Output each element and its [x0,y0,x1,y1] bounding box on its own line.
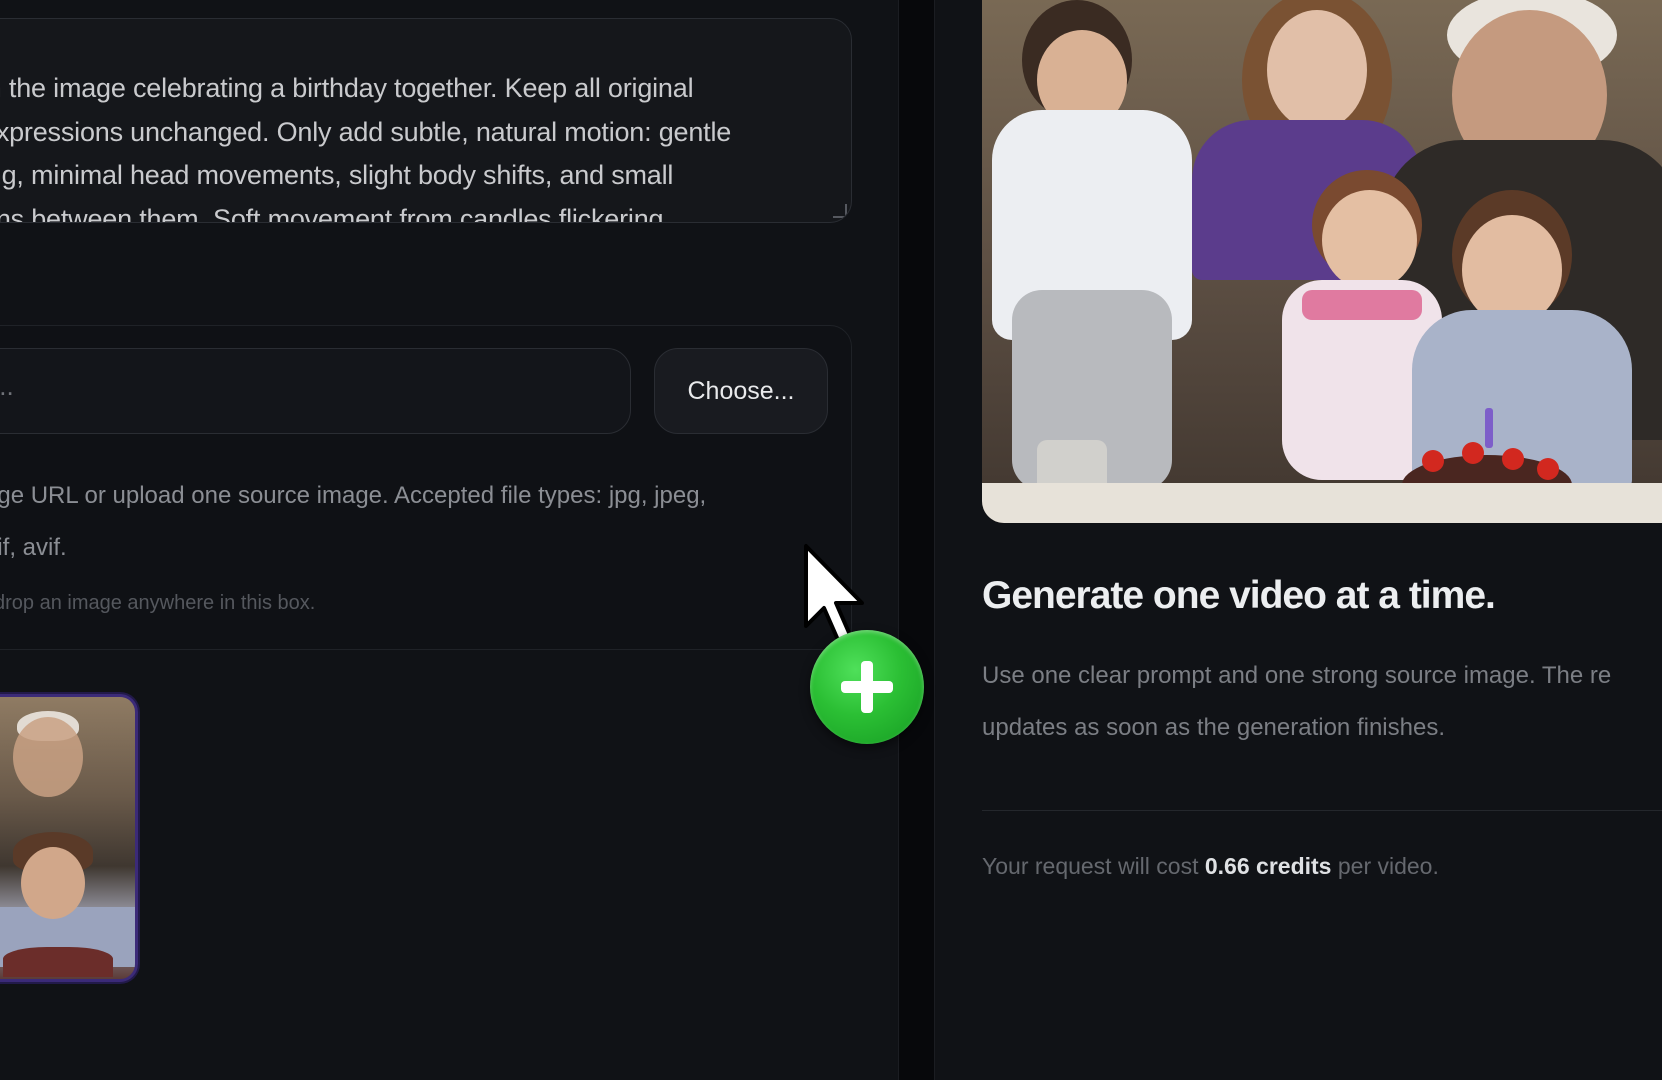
right-panel: Generate one video at a time. Use one cl… [935,0,1662,1080]
desc-line: Use one clear prompt and one strong sour… [982,662,1612,689]
divider [982,810,1662,811]
prompt-line: in the image celebrating a birthday toge… [0,73,694,103]
image-url-placeholder: ... [0,371,14,401]
prompt-line: ons between them. Soft movement from can… [0,203,664,223]
choose-file-button[interactable]: Choose... [654,348,828,434]
image-url-input[interactable]: ... [0,348,631,434]
cost-prefix: Your request will cost [982,853,1205,879]
desc-line: updates as soon as the generation finish… [982,714,1445,741]
prompt-text: in the image celebrating a birthday toge… [0,67,821,223]
thumb-detail [13,717,83,797]
preview-image [982,0,1662,523]
source-image-thumbnail[interactable] [0,694,138,982]
app-screen: in the image celebrating a birthday toge… [0,0,1662,1080]
thumb-detail [21,847,85,919]
source-help-text: age URL or upload one source image. Acce… [0,470,844,574]
cost-suffix: per video. [1331,853,1439,879]
help-line: age URL or upload one source image. Acce… [0,482,707,509]
panel-title: Generate one video at a time. [982,574,1496,617]
drop-hint: drop an image anywhere in this box. [0,592,316,614]
drag-add-badge [810,630,924,744]
cost-value: 0.66 credits [1204,853,1332,879]
resize-grip-icon[interactable] [833,204,847,218]
preview-table [982,483,1662,523]
panel-description: Use one clear prompt and one strong sour… [982,650,1662,754]
choose-file-label: Choose... [687,376,795,405]
prompt-line: expressions unchanged. Only add subtle, … [0,116,732,147]
help-line: gif, avif. [0,534,67,561]
thumb-detail [3,947,113,977]
left-panel: in the image celebrating a birthday toge… [0,0,898,1080]
plus-icon [841,661,893,713]
cost-info: Your request will cost 0.66 credits per … [982,853,1439,880]
prompt-line: ing, minimal head movements, slight body… [0,160,674,190]
prompt-textarea[interactable]: in the image celebrating a birthday toge… [0,18,852,223]
panel-divider [898,0,935,1080]
